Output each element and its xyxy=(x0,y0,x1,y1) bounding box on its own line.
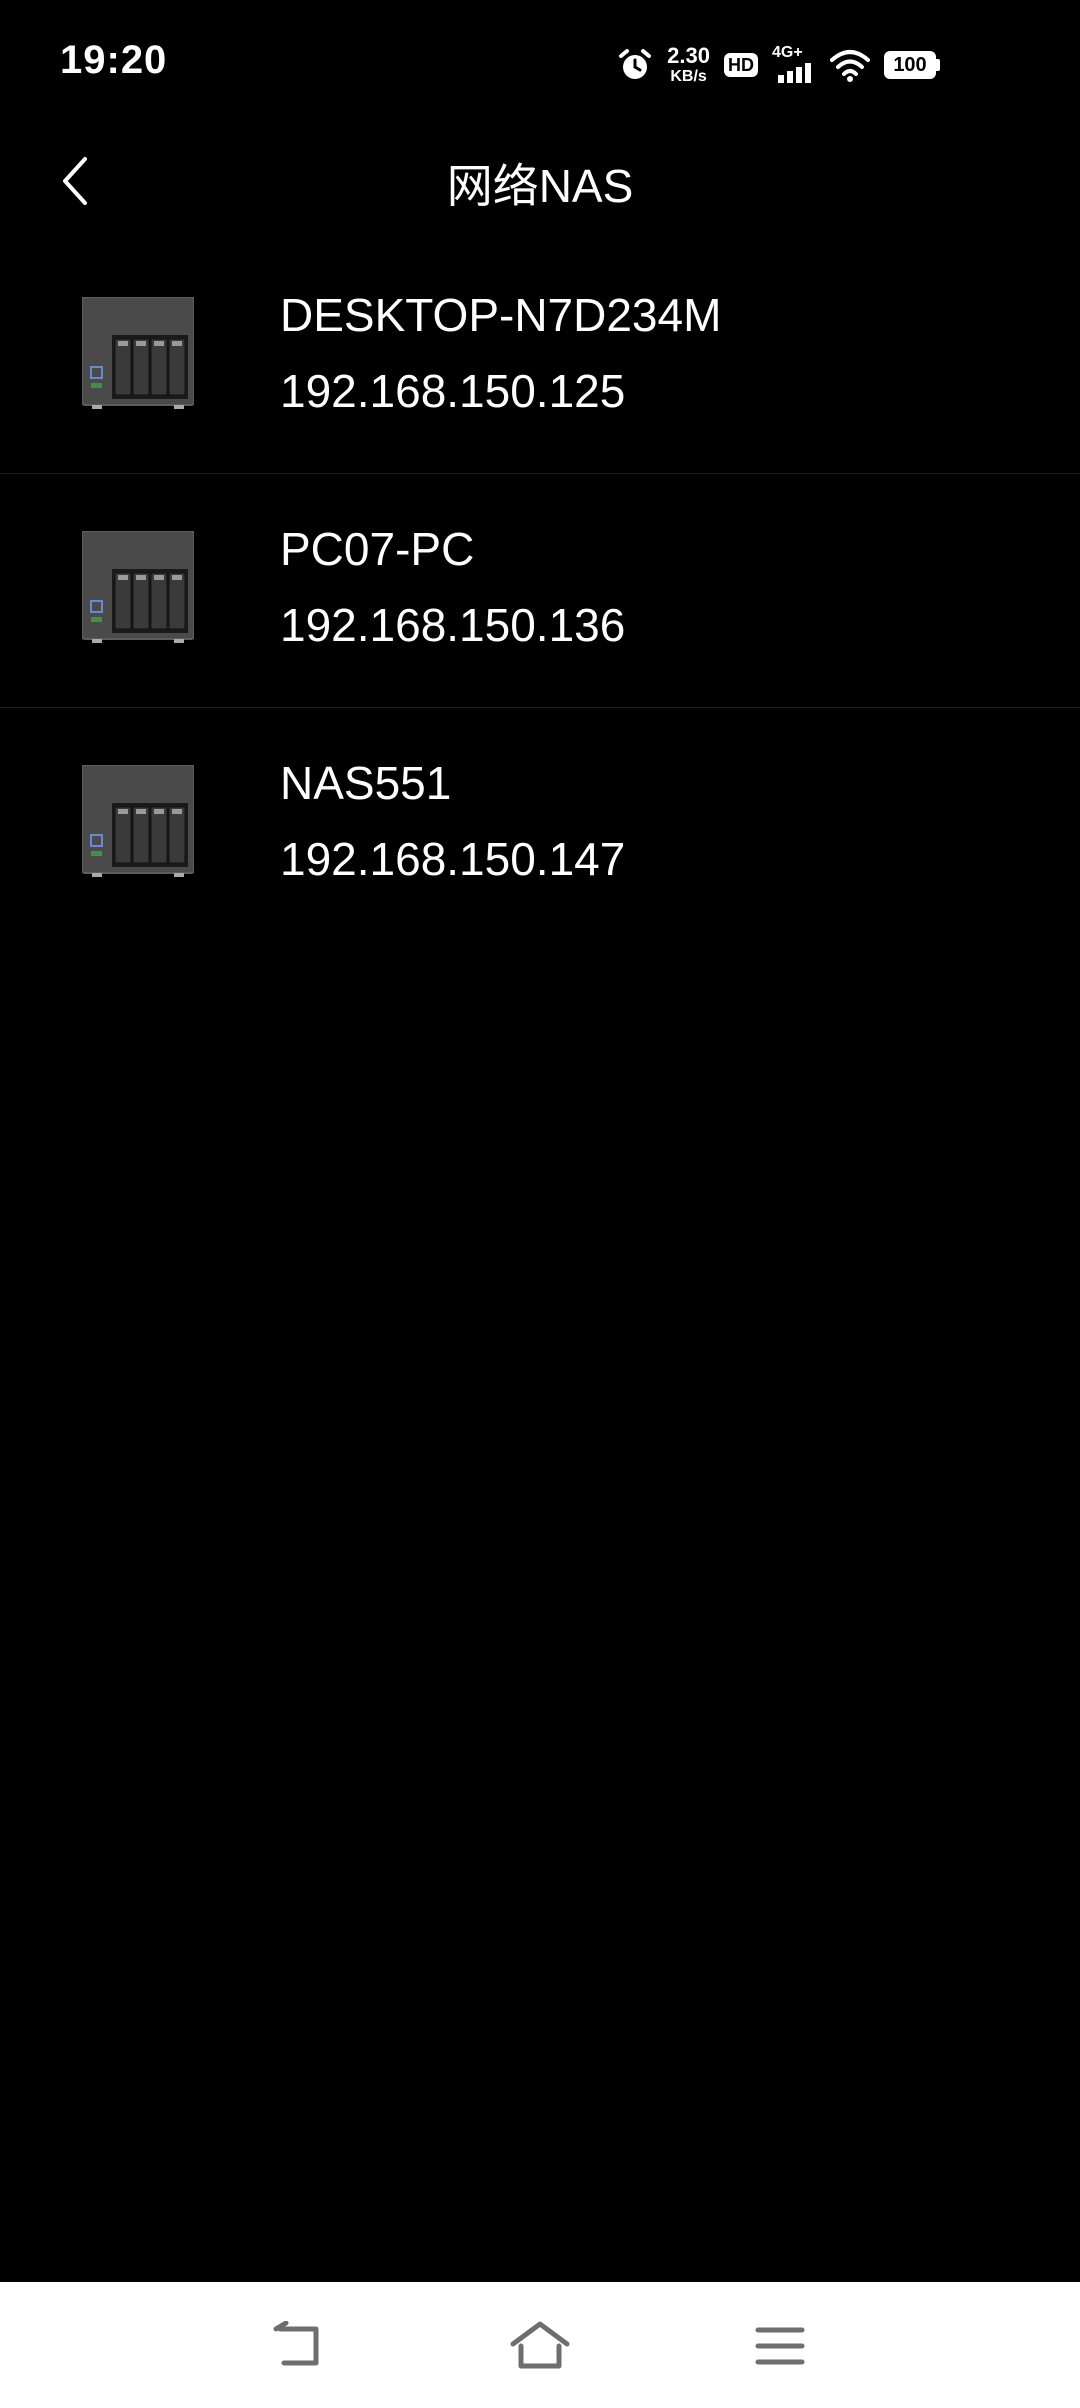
navigation-bar xyxy=(0,2282,1080,2408)
home-icon xyxy=(510,2321,570,2369)
battery-icon: 100 xyxy=(884,51,940,79)
back-icon xyxy=(273,2321,319,2366)
device-name: DESKTOP-N7D234M xyxy=(280,289,722,341)
menu-icon xyxy=(755,2327,805,2365)
status-bar: 19:20 2.30 KB/s HD 4G+ 100 xyxy=(0,0,1080,130)
device-item[interactable]: DESKTOP-N7D234M 192.168.150.125 xyxy=(0,240,1080,474)
network-speed: 2.30 KB/s xyxy=(667,45,710,85)
hd-badge: HD xyxy=(724,53,758,77)
nav-home-button[interactable] xyxy=(508,2314,572,2378)
nas-device-icon xyxy=(82,297,194,409)
network-speed-value: 2.30 xyxy=(667,43,710,68)
device-item[interactable]: NAS551 192.168.150.147 xyxy=(0,708,1080,942)
nav-menu-button[interactable] xyxy=(748,2314,812,2378)
page-title: 网络NAS xyxy=(446,160,634,212)
alarm-icon xyxy=(619,49,652,79)
cellular-signal-icon: 4G+ xyxy=(772,45,816,85)
header: 网络NAS xyxy=(0,130,1080,240)
nas-device-icon xyxy=(82,531,194,643)
device-ip: 192.168.150.125 xyxy=(280,365,626,417)
device-ip: 192.168.150.136 xyxy=(280,599,626,651)
device-ip: 192.168.150.147 xyxy=(280,833,626,885)
nav-back-button[interactable] xyxy=(268,2314,332,2378)
device-list: DESKTOP-N7D234M 192.168.150.125 PC07-PC … xyxy=(0,240,1080,942)
status-icons: 2.30 KB/s HD 4G+ 100 xyxy=(617,40,940,90)
battery-level: 100 xyxy=(884,51,936,79)
device-name: PC07-PC xyxy=(280,523,475,575)
nas-device-icon xyxy=(82,765,194,877)
wifi-icon xyxy=(830,50,870,82)
device-item[interactable]: PC07-PC 192.168.150.136 xyxy=(0,474,1080,708)
device-name: NAS551 xyxy=(280,757,452,809)
network-speed-unit: KB/s xyxy=(670,68,707,85)
status-time: 19:20 xyxy=(60,38,168,82)
